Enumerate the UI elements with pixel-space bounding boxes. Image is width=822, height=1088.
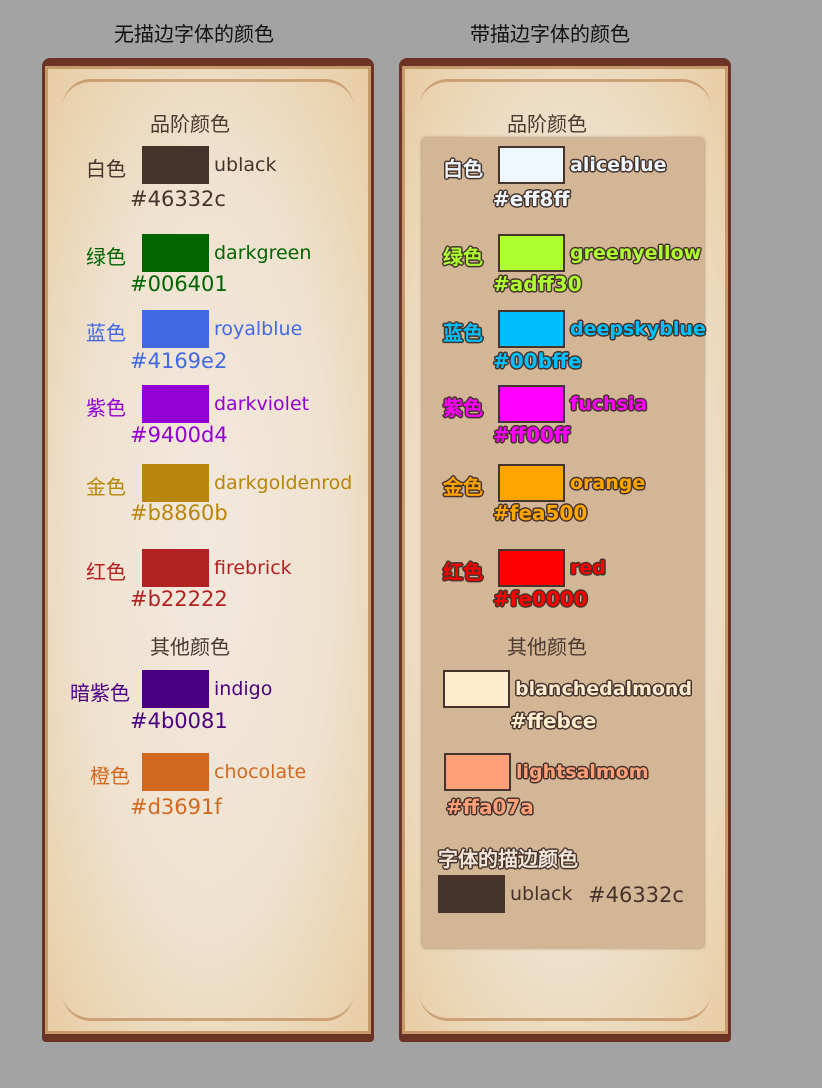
color-swatch [498,464,565,502]
color-hex: #b22222 [130,587,228,611]
color-hex: #4b0081 [130,709,228,733]
color-hex: #00bffe [493,349,582,373]
color-name: ublack [214,154,277,176]
stroke-color-swatch [438,875,505,913]
color-hex: #006401 [130,272,228,296]
color-label: 红色 [86,560,126,584]
color-label: 绿色 [443,245,483,269]
ornament-bottom [419,992,711,1021]
color-name: darkviolet [214,393,310,415]
color-label: 紫色 [86,396,126,420]
color-hex: #d3691f [130,795,222,819]
color-hex: #ffebce [510,709,597,733]
color-label: 金色 [443,475,483,499]
color-swatch [142,234,209,272]
color-swatch [142,385,209,423]
color-label: 蓝色 [443,321,483,345]
color-hex: #ff00ff [493,423,570,447]
ornament-top [62,79,354,108]
color-swatch [444,753,511,791]
left-other-heading: 其他颜色 [150,635,230,659]
left-title: 无描边字体的颜色 [114,22,274,46]
color-hex: #fe0000 [493,587,588,611]
color-label: 紫色 [443,396,483,420]
color-swatch [498,385,565,423]
color-name: blanchedalmond [515,678,693,700]
color-label: 绿色 [86,245,126,269]
color-hex: #b8860b [130,501,228,525]
color-label: 蓝色 [86,321,126,345]
color-hex: #4169e2 [130,349,228,373]
color-swatch [498,234,565,272]
color-name: deepskyblue [570,318,706,340]
color-swatch [142,310,209,348]
color-swatch [498,549,565,587]
right-title: 带描边字体的颜色 [470,22,630,46]
color-hex: #46332c [130,187,226,211]
ornament-bottom [62,992,354,1021]
color-name: darkgreen [214,242,312,264]
color-name: royalblue [214,318,303,340]
color-name: lightsalmom [516,761,649,783]
color-name: chocolate [214,761,307,783]
color-swatch [443,670,510,708]
color-hex: #ffa07a [446,795,534,819]
color-swatch [142,670,209,708]
color-label: 暗紫色 [70,681,130,705]
color-label: 橙色 [90,764,130,788]
color-label: 红色 [443,560,483,584]
color-swatch [142,549,209,587]
color-name: fuchsia [570,393,648,415]
color-name: darkgoldenrod [214,472,353,494]
stroke-color-hex: #46332c [588,883,684,907]
color-swatch [142,146,209,184]
color-swatch [142,753,209,791]
stroke-color-name: ublack [510,883,573,905]
color-label: 金色 [86,475,126,499]
color-swatch [142,464,209,502]
right-quality-heading: 品阶颜色 [507,112,587,136]
color-hex: #9400d4 [130,423,228,447]
left-quality-heading: 品阶颜色 [150,112,230,136]
color-name: firebrick [214,557,292,579]
color-label: 白色 [86,157,126,181]
right-other-heading: 其他颜色 [507,635,587,659]
color-swatch [498,310,565,348]
color-hex: #adff30 [493,272,582,296]
color-hex: #eff8ff [493,187,570,211]
color-name: red [570,557,606,579]
color-name: aliceblue [570,154,667,176]
color-name: greenyellow [570,242,702,264]
color-name: indigo [214,678,273,700]
color-hex: #fea500 [493,501,588,525]
color-name: orange [570,472,646,494]
stroke-heading: 字体的描边颜色 [438,847,578,871]
color-label: 白色 [443,157,483,181]
ornament-top [419,79,711,108]
color-swatch [498,146,565,184]
